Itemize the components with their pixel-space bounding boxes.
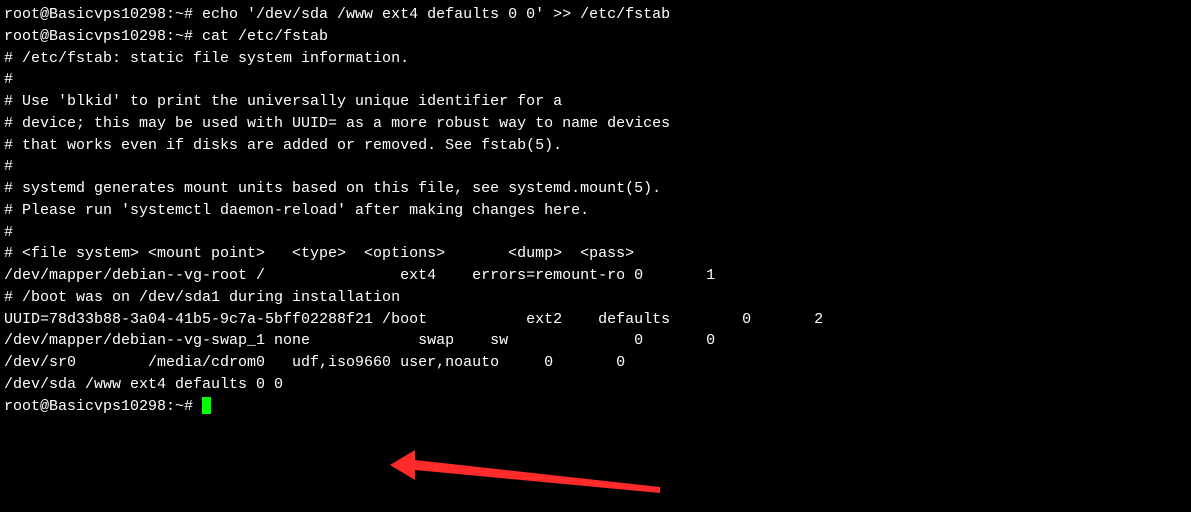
terminal-line: root@Basicvps10298:~# cat /etc/fstab	[4, 26, 1187, 48]
terminal-output[interactable]: root@Basicvps10298:~# echo '/dev/sda /ww…	[4, 4, 1187, 417]
terminal-line: # Use 'blkid' to print the universally u…	[4, 91, 1187, 113]
terminal-line: # /etc/fstab: static file system informa…	[4, 48, 1187, 70]
terminal-line: # systemd generates mount units based on…	[4, 178, 1187, 200]
terminal-line: UUID=78d33b88-3a04-41b5-9c7a-5bff02288f2…	[4, 309, 1187, 331]
terminal-line: # /boot was on /dev/sda1 during installa…	[4, 287, 1187, 309]
terminal-line: root@Basicvps10298:~# echo '/dev/sda /ww…	[4, 4, 1187, 26]
terminal-line: # Please run 'systemctl daemon-reload' a…	[4, 200, 1187, 222]
terminal-line: # that works even if disks are added or …	[4, 135, 1187, 157]
terminal-line: # <file system> <mount point> <type> <op…	[4, 243, 1187, 265]
terminal-line: #	[4, 222, 1187, 244]
terminal-line: /dev/mapper/debian--vg-root / ext4 error…	[4, 265, 1187, 287]
terminal-line: /dev/sr0 /media/cdrom0 udf,iso9660 user,…	[4, 352, 1187, 374]
annotation-arrow-icon	[380, 445, 680, 505]
terminal-prompt-line: root@Basicvps10298:~#	[4, 396, 1187, 418]
terminal-prompt: root@Basicvps10298:~#	[4, 398, 202, 415]
terminal-line: #	[4, 69, 1187, 91]
cursor-icon	[202, 397, 211, 414]
terminal-line: # device; this may be used with UUID= as…	[4, 113, 1187, 135]
terminal-line: #	[4, 156, 1187, 178]
terminal-line: /dev/mapper/debian--vg-swap_1 none swap …	[4, 330, 1187, 352]
terminal-line: /dev/sda /www ext4 defaults 0 0	[4, 374, 1187, 396]
